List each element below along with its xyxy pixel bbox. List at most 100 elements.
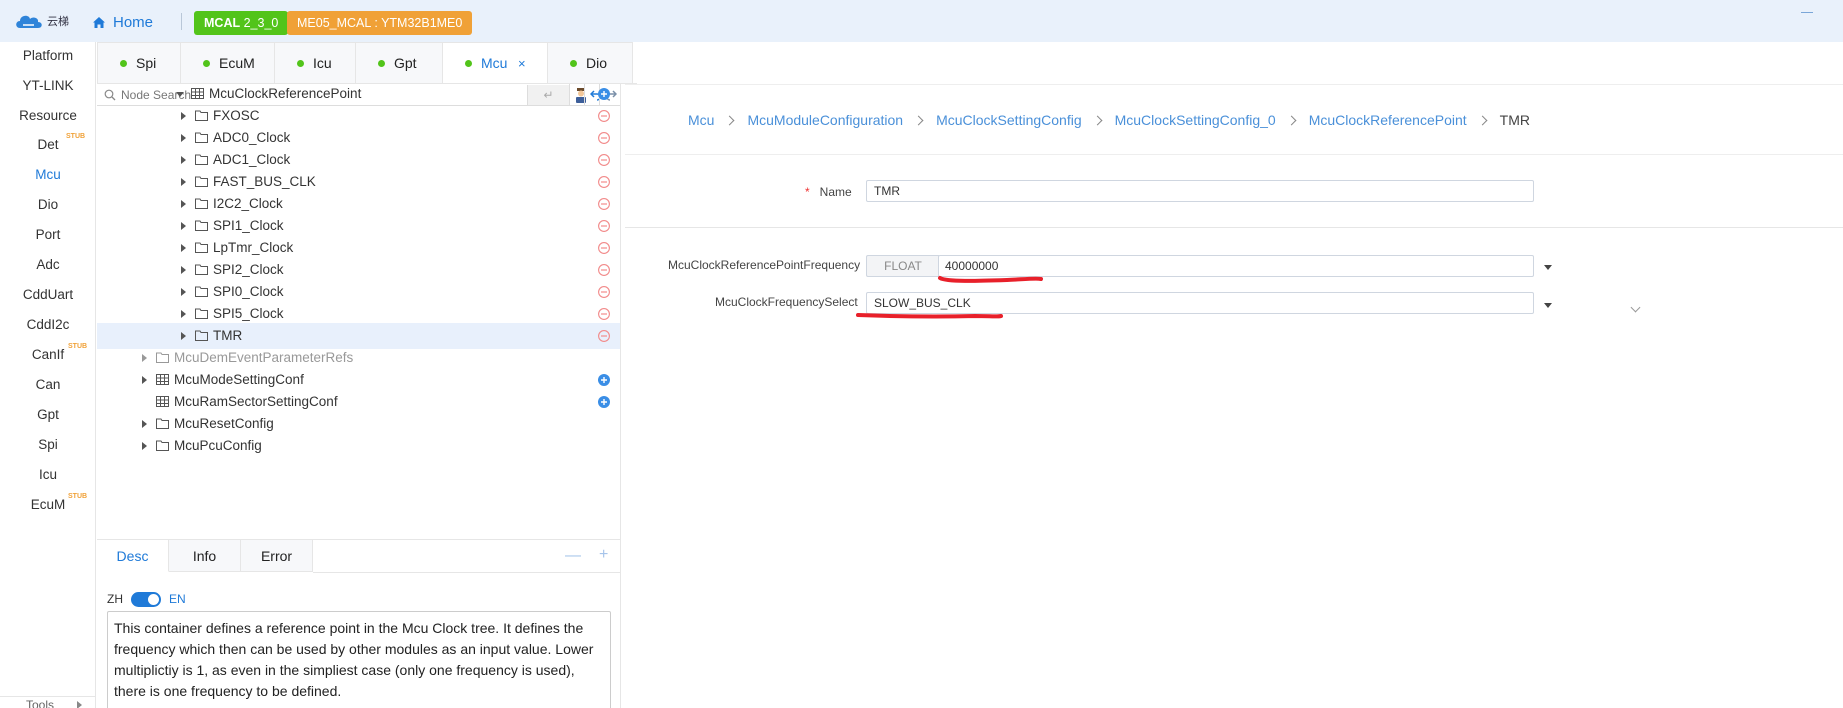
logo-text: 云梯 xyxy=(47,15,69,28)
remove-icon[interactable] xyxy=(598,154,610,166)
tab-dio[interactable]: Dio xyxy=(547,42,633,83)
tab-mcu[interactable]: Mcu × xyxy=(442,42,548,83)
remove-icon[interactable] xyxy=(598,286,610,298)
remove-icon[interactable] xyxy=(598,242,610,254)
collapse-panel-button[interactable]: — xyxy=(565,548,581,564)
remove-icon[interactable] xyxy=(598,308,610,320)
breadcrumb-item[interactable]: McuClockSettingConfig xyxy=(936,112,1082,128)
mcal-version-badge[interactable]: MCAL 2_3_0 xyxy=(194,11,289,35)
remove-icon[interactable] xyxy=(598,176,610,188)
sidebar-item-icu[interactable]: Icu xyxy=(0,462,96,488)
lang-zh-label: ZH xyxy=(107,592,123,606)
caret-right-icon[interactable] xyxy=(142,442,147,450)
breadcrumb-item[interactable]: McuModuleConfiguration xyxy=(747,112,903,128)
sidebar-item-label: Resource xyxy=(19,108,77,123)
lang-en-label: EN xyxy=(169,592,186,606)
stub-badge: STUB xyxy=(66,133,86,140)
remove-icon[interactable] xyxy=(598,110,610,122)
tab-error[interactable]: Error xyxy=(241,540,313,572)
sidebar-item-port[interactable]: Port xyxy=(0,222,96,248)
remove-icon[interactable] xyxy=(598,198,610,210)
caret-right-icon[interactable] xyxy=(181,288,186,296)
caret-right-icon[interactable] xyxy=(142,354,147,362)
tab-desc[interactable]: Desc xyxy=(97,540,169,572)
caret-right-icon[interactable] xyxy=(181,310,186,318)
caret-right-icon[interactable] xyxy=(181,332,186,340)
chevron-right-icon xyxy=(77,701,82,708)
tree-node-mcu-pcu-config[interactable]: McuPcuConfig xyxy=(97,433,620,459)
home-link[interactable]: Home xyxy=(92,12,153,32)
tab-gpt[interactable]: Gpt xyxy=(355,42,443,83)
tab-info[interactable]: Info xyxy=(169,540,241,572)
chip-badge[interactable]: ME05_MCAL : YTM32B1ME0 xyxy=(287,11,473,35)
chevron-right-icon xyxy=(1286,115,1297,126)
sidebar-item-det[interactable]: Det STUB xyxy=(0,132,96,158)
tab-spi[interactable]: Spi xyxy=(97,42,181,83)
caret-right-icon[interactable] xyxy=(181,244,186,252)
sidebar-item-cddi2c[interactable]: CddI2c xyxy=(0,312,96,338)
sidebar-item-adc[interactable]: Adc xyxy=(0,252,96,278)
sidebar-item-cdduart[interactable]: CddUart xyxy=(0,282,96,308)
add-icon[interactable] xyxy=(598,396,610,408)
caret-right-icon[interactable] xyxy=(181,178,186,186)
minimize-button[interactable] xyxy=(1801,12,1813,13)
home-icon xyxy=(93,16,105,28)
tab-ecum[interactable]: EcuM xyxy=(180,42,275,83)
sidebar-item-gpt[interactable]: Gpt xyxy=(0,402,96,428)
header-divider xyxy=(181,13,182,30)
sidebar-item-label: Dio xyxy=(37,197,59,212)
app-logo: 云梯 xyxy=(14,10,76,32)
tab-icu[interactable]: Icu xyxy=(274,42,356,83)
chevron-right-icon xyxy=(725,115,735,126)
caret-right-icon[interactable] xyxy=(142,376,147,384)
description-text: This container defines a reference point… xyxy=(107,611,611,708)
tab-label: Spi xyxy=(136,55,157,71)
tab-label: EcuM xyxy=(219,55,255,71)
folder-icon xyxy=(195,220,208,231)
sidebar-item-can[interactable]: Can xyxy=(0,372,96,398)
status-dot-icon xyxy=(120,60,127,67)
sidebar-item-spi[interactable]: Spi xyxy=(0,432,96,458)
add-icon[interactable] xyxy=(598,374,610,386)
sidebar-item-canif[interactable]: CanIf STUB xyxy=(0,342,96,368)
sidebar-item-dio[interactable]: Dio xyxy=(0,192,96,218)
remove-icon[interactable] xyxy=(598,264,610,276)
sidebar-item-label: Det xyxy=(37,137,59,152)
float-type-badge: FLOAT xyxy=(866,255,939,277)
caret-right-icon[interactable] xyxy=(181,156,186,164)
sidebar-item-mcu[interactable]: Mcu xyxy=(0,162,96,188)
expand-panel-button[interactable]: + xyxy=(599,547,608,563)
sidebar-item-ecum[interactable]: EcuM STUB xyxy=(0,492,96,518)
pane-top-divider xyxy=(625,84,1843,85)
caret-right-icon[interactable] xyxy=(181,112,186,120)
remove-icon[interactable] xyxy=(598,132,610,144)
breadcrumb-item[interactable]: McuClockReferencePoint xyxy=(1309,112,1467,128)
sidebar-item-platform[interactable]: Platform xyxy=(0,43,96,69)
sidebar-item-yt-link[interactable]: YT-LINK xyxy=(0,73,96,99)
caret-right-icon[interactable] xyxy=(181,200,186,208)
remove-icon[interactable] xyxy=(598,330,610,342)
close-icon[interactable]: × xyxy=(518,43,526,84)
tools-menu[interactable]: Tools xyxy=(0,696,96,708)
caret-right-icon[interactable] xyxy=(181,266,186,274)
sidebar-item-label: CanIf xyxy=(31,347,65,362)
remove-icon[interactable] xyxy=(598,220,610,232)
breadcrumb-item[interactable]: McuClockSettingConfig_0 xyxy=(1115,112,1276,128)
name-field[interactable]: TMR xyxy=(866,180,1534,202)
section-divider xyxy=(625,227,1843,228)
caret-down-icon[interactable] xyxy=(1544,265,1552,270)
caret-down-icon[interactable] xyxy=(1544,303,1552,308)
chevron-down-icon[interactable] xyxy=(1630,302,1641,313)
language-toggle[interactable] xyxy=(131,591,161,607)
folder-icon xyxy=(195,286,208,297)
caret-down-icon[interactable] xyxy=(176,92,184,97)
breadcrumb-item[interactable]: Mcu xyxy=(688,112,714,128)
caret-right-icon[interactable] xyxy=(181,222,186,230)
status-dot-icon xyxy=(378,60,385,67)
caret-right-icon[interactable] xyxy=(181,134,186,142)
status-dot-icon xyxy=(297,60,304,67)
table-icon xyxy=(156,374,169,385)
add-icon[interactable] xyxy=(598,88,610,100)
caret-right-icon[interactable] xyxy=(142,420,147,428)
sidebar-item-resource[interactable]: Resource xyxy=(0,103,96,129)
